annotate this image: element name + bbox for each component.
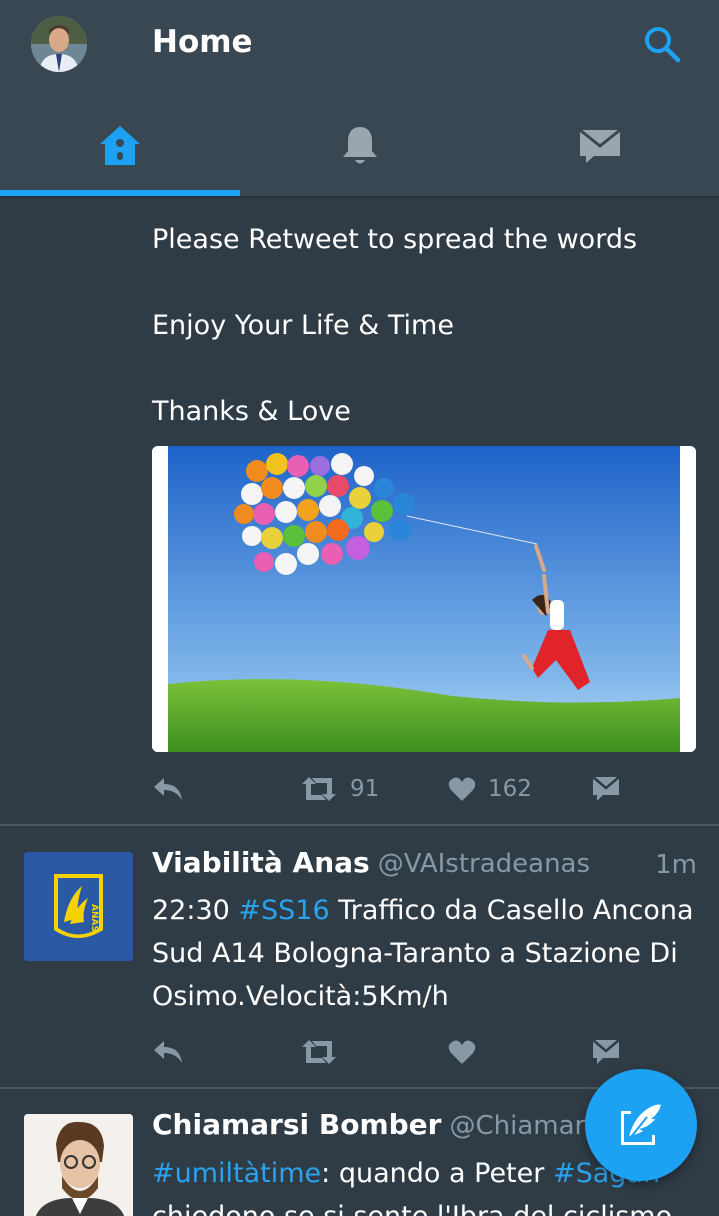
- compose-tweet-button[interactable]: [585, 1069, 697, 1181]
- twitter-app: Home Please Retweet to spread the words …: [0, 0, 719, 1216]
- anas-logo: ANAS: [24, 852, 133, 961]
- envelope-icon: [592, 1039, 620, 1064]
- reply-button[interactable]: [152, 1032, 184, 1072]
- retweet-count: 91: [350, 776, 380, 802]
- tweet-timestamp: 1m: [655, 850, 697, 880]
- tweet-text-body: Traffico da Casello Ancona Sud A14 Bolog…: [152, 895, 694, 1012]
- author-name[interactable]: Viabilità Anas: [152, 846, 370, 879]
- direct-message-button[interactable]: [592, 769, 620, 809]
- tweet-actions: [152, 1032, 632, 1072]
- tweet-text-time: 22:30: [152, 895, 230, 926]
- search-icon[interactable]: [642, 24, 682, 64]
- avatar-image: [31, 16, 87, 72]
- illustrated-portrait: [24, 1114, 133, 1216]
- like-button[interactable]: 162: [448, 769, 532, 809]
- tweet-actions: 91 162: [152, 769, 632, 809]
- envelope-icon: [579, 128, 621, 163]
- page-title: Home: [152, 24, 253, 60]
- tweet-line: Enjoy Your Life & Time: [152, 310, 454, 341]
- hashtag-link[interactable]: #umiltàtime: [152, 1158, 321, 1189]
- reply-button[interactable]: [152, 769, 184, 809]
- retweet-icon: [302, 777, 336, 801]
- author-handle[interactable]: @VAIstradeanas: [378, 849, 590, 879]
- author-avatar[interactable]: ANAS: [24, 852, 133, 961]
- like-count: 162: [488, 776, 532, 802]
- envelope-icon: [592, 776, 620, 801]
- logo-text: ANAS: [89, 904, 99, 932]
- tab-bar: [0, 95, 719, 196]
- home-icon: [100, 125, 140, 165]
- tweet-line: Thanks & Love: [152, 396, 351, 427]
- compose-tweet-icon: [621, 1104, 661, 1145]
- reply-icon: [154, 778, 182, 800]
- reply-icon: [154, 1041, 182, 1063]
- tweet-media-image[interactable]: [152, 446, 696, 752]
- heart-icon: [448, 1040, 476, 1064]
- like-button[interactable]: [448, 1032, 476, 1072]
- tweet-line: Please Retweet to spread the words: [152, 224, 638, 255]
- heart-icon: [448, 777, 476, 801]
- retweet-icon: [302, 1040, 336, 1064]
- tab-home[interactable]: [0, 95, 240, 196]
- tab-notifications[interactable]: [240, 95, 480, 196]
- direct-message-button[interactable]: [592, 1032, 620, 1072]
- tweet-text-body: chiedono se si sente l'Ibra del ciclismo: [152, 1201, 672, 1216]
- tab-messages[interactable]: [480, 95, 719, 196]
- retweet-button[interactable]: 91: [300, 769, 379, 809]
- author-name[interactable]: Chiamarsi Bomber: [152, 1108, 441, 1141]
- bell-icon: [343, 126, 377, 163]
- divider: [0, 196, 719, 198]
- retweet-button[interactable]: [300, 1032, 338, 1072]
- tweet-text: 22:30 #SS16 Traffico da Casello Ancona S…: [152, 889, 697, 1018]
- tweet-text-body: : quando a Peter: [321, 1158, 553, 1189]
- author-avatar[interactable]: [24, 1114, 133, 1216]
- profile-avatar[interactable]: [31, 16, 87, 72]
- tweet-header: Viabilità Anas @VAIstradeanas 1m: [152, 846, 697, 888]
- tweet-divider: [0, 824, 719, 826]
- hashtag-link[interactable]: #SS16: [238, 895, 329, 926]
- top-app-bar: Home: [0, 0, 719, 196]
